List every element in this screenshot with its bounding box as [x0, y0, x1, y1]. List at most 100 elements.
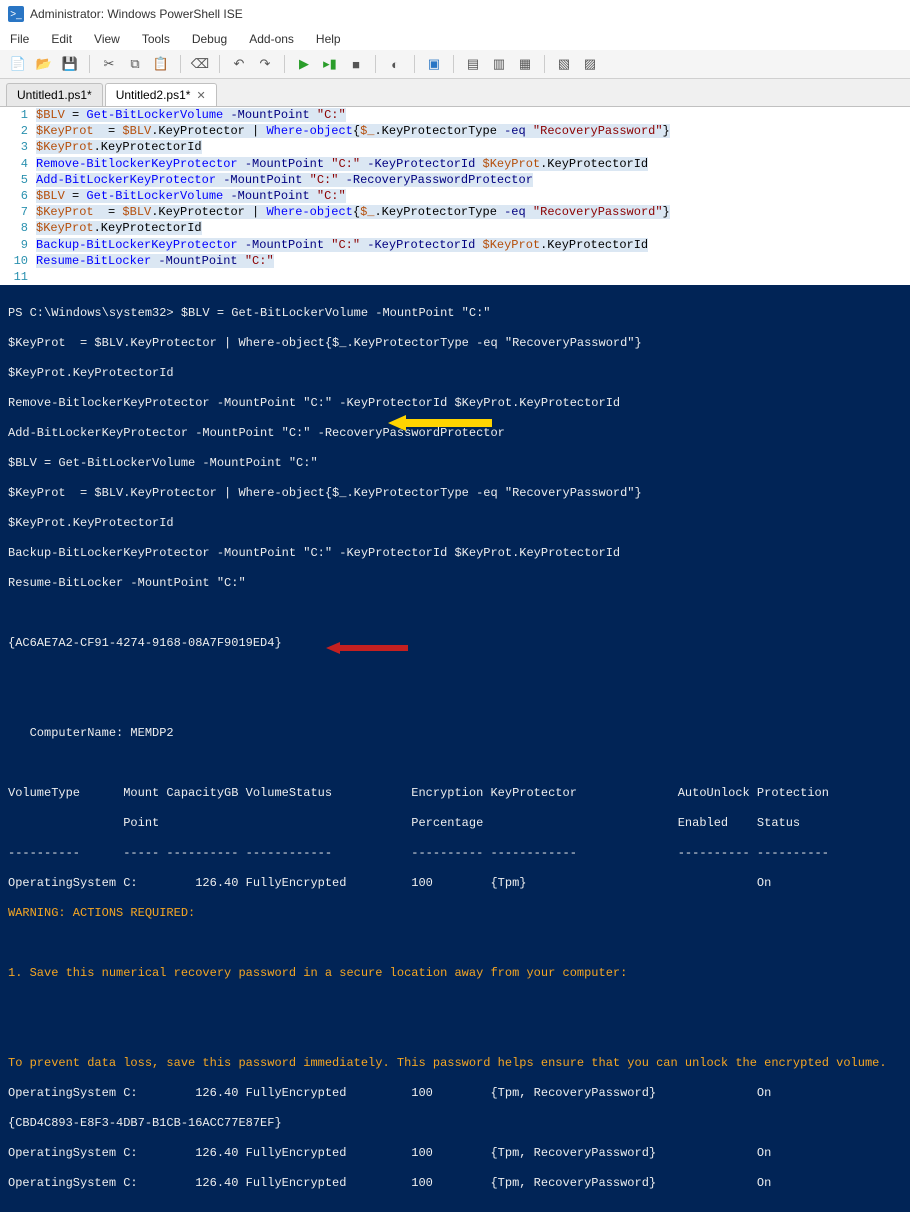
code-token: -KeyProtectorId	[360, 238, 482, 252]
tab-untitled2[interactable]: Untitled2.ps1* ✕	[105, 83, 217, 106]
tab-label: Untitled2.ps1*	[116, 88, 191, 102]
menu-help[interactable]: Help	[312, 30, 345, 48]
console-line: OperatingSystem C: 126.40 FullyEncrypted…	[8, 1176, 902, 1191]
run-icon[interactable]: ▶	[294, 54, 314, 74]
menu-view[interactable]: View	[90, 30, 124, 48]
console-warning: 1. Save this numerical recovery password…	[8, 966, 902, 981]
code-token: "C:"	[331, 157, 360, 171]
line-number: 1	[0, 107, 36, 123]
code-token: "C:"	[245, 254, 274, 268]
console-line: Point Percentage Enabled Status	[8, 816, 902, 831]
menu-tools[interactable]: Tools	[138, 30, 174, 48]
code-token: }	[663, 124, 670, 138]
code-token: Remove-BitlockerKeyProtector	[36, 157, 238, 171]
code-token: =	[65, 189, 87, 203]
console-warning: WARNING: ACTIONS REQUIRED:	[8, 906, 902, 921]
remote-icon[interactable]: ▣	[424, 54, 444, 74]
code-token: $BLV	[122, 124, 151, 138]
clear-icon[interactable]: ⌫	[190, 54, 210, 74]
code-token	[526, 124, 533, 138]
cut-icon[interactable]: ✂	[99, 54, 119, 74]
code-token	[526, 205, 533, 219]
console-line: $KeyProt = $BLV.KeyProtector | Where-obj…	[8, 486, 902, 501]
code-token: .KeyProtector |	[151, 124, 266, 138]
console-warning	[8, 1026, 902, 1041]
console-line: ComputerName: MEMDP2	[8, 726, 902, 741]
new-icon[interactable]: 📄	[8, 54, 28, 74]
code-token: Resume-BitLocker	[36, 254, 151, 268]
code-token: "C:"	[317, 108, 346, 122]
annotation-arrow-yellow	[380, 413, 500, 433]
code-token: .KeyProtectorId	[94, 140, 202, 154]
code-token: -MountPoint	[238, 238, 332, 252]
code-token: {	[353, 124, 360, 138]
window-title: Administrator: Windows PowerShell ISE	[30, 7, 243, 21]
code-token: $KeyProt	[36, 205, 94, 219]
menu-addons[interactable]: Add-ons	[245, 30, 298, 48]
code-token: $_	[360, 205, 374, 219]
open-icon[interactable]: 📂	[34, 54, 54, 74]
menu-edit[interactable]: Edit	[47, 30, 76, 48]
tab-label: Untitled1.ps1*	[17, 88, 92, 102]
undo-icon[interactable]: ↶	[229, 54, 249, 74]
console-line: Remove-BitlockerKeyProtector -MountPoint…	[8, 396, 902, 411]
powershell-icon: >_	[8, 6, 24, 22]
tab-untitled1[interactable]: Untitled1.ps1*	[6, 83, 103, 106]
code-token: -MountPoint	[223, 108, 317, 122]
line-number: 4	[0, 156, 36, 172]
menu-debug[interactable]: Debug	[188, 30, 231, 48]
code-token: .KeyProtectorId	[540, 238, 648, 252]
console-warning	[8, 936, 902, 951]
line-number: 6	[0, 188, 36, 204]
code-token: .KeyProtectorType	[374, 205, 504, 219]
line-number: 3	[0, 139, 36, 155]
layout1-icon[interactable]: ▤	[463, 54, 483, 74]
code-token: "C:"	[331, 238, 360, 252]
layout3-icon[interactable]: ▦	[515, 54, 535, 74]
code-token: $KeyProt	[36, 124, 94, 138]
run-selection-icon[interactable]: ▸▮	[320, 54, 340, 74]
console-warning: To prevent data loss, save this password…	[8, 1056, 902, 1071]
annotation-arrow-red	[320, 640, 410, 656]
console-line: $BLV = Get-BitLockerVolume -MountPoint "…	[8, 456, 902, 471]
layout2-icon[interactable]: ▥	[489, 54, 509, 74]
code-token: Get-BitLockerVolume	[86, 189, 223, 203]
console-line: $KeyProt.KeyProtectorId	[8, 366, 902, 381]
save-icon[interactable]: 💾	[60, 54, 80, 74]
code-token: $KeyProt	[36, 140, 94, 154]
toolbar-separator	[544, 55, 545, 73]
code-token: $KeyProt	[483, 238, 541, 252]
console-line: OperatingSystem C: 126.40 FullyEncrypted…	[8, 876, 902, 891]
code-token: Backup-BitLockerKeyProtector	[36, 238, 238, 252]
code-token: -MountPoint	[223, 189, 317, 203]
breakpoint-icon[interactable]: ◐	[385, 54, 405, 74]
console-line	[8, 606, 902, 621]
script-editor[interactable]: 1$BLV = Get-BitLockerVolume -MountPoint …	[0, 107, 910, 285]
close-icon[interactable]: ✕	[196, 89, 205, 102]
code-token: =	[94, 205, 123, 219]
code-token: "RecoveryPassword"	[533, 124, 663, 138]
code-token: .KeyProtector |	[151, 205, 266, 219]
code-token: =	[65, 108, 87, 122]
line-number: 7	[0, 204, 36, 220]
paste-icon[interactable]: 📋	[151, 54, 171, 74]
line-number: 2	[0, 123, 36, 139]
copy-icon[interactable]: ⧉	[125, 54, 145, 74]
console-line	[8, 666, 902, 681]
line-number: 8	[0, 220, 36, 236]
code-token: .KeyProtectorId	[94, 221, 202, 235]
console-line	[8, 696, 902, 711]
code-token: -MountPoint	[216, 173, 310, 187]
console-line	[8, 756, 902, 771]
code-token: $BLV	[36, 108, 65, 122]
addons-icon[interactable]: ▨	[580, 54, 600, 74]
stop-icon[interactable]: ■	[346, 54, 366, 74]
menu-file[interactable]: File	[6, 30, 33, 48]
code-token: Where-object	[266, 124, 352, 138]
commands-icon[interactable]: ▧	[554, 54, 574, 74]
toolbar-separator	[89, 55, 90, 73]
console-line: VolumeType Mount CapacityGB VolumeStatus…	[8, 786, 902, 801]
code-token: "C:"	[310, 173, 339, 187]
redo-icon[interactable]: ↷	[255, 54, 275, 74]
line-number: 11	[0, 269, 36, 285]
